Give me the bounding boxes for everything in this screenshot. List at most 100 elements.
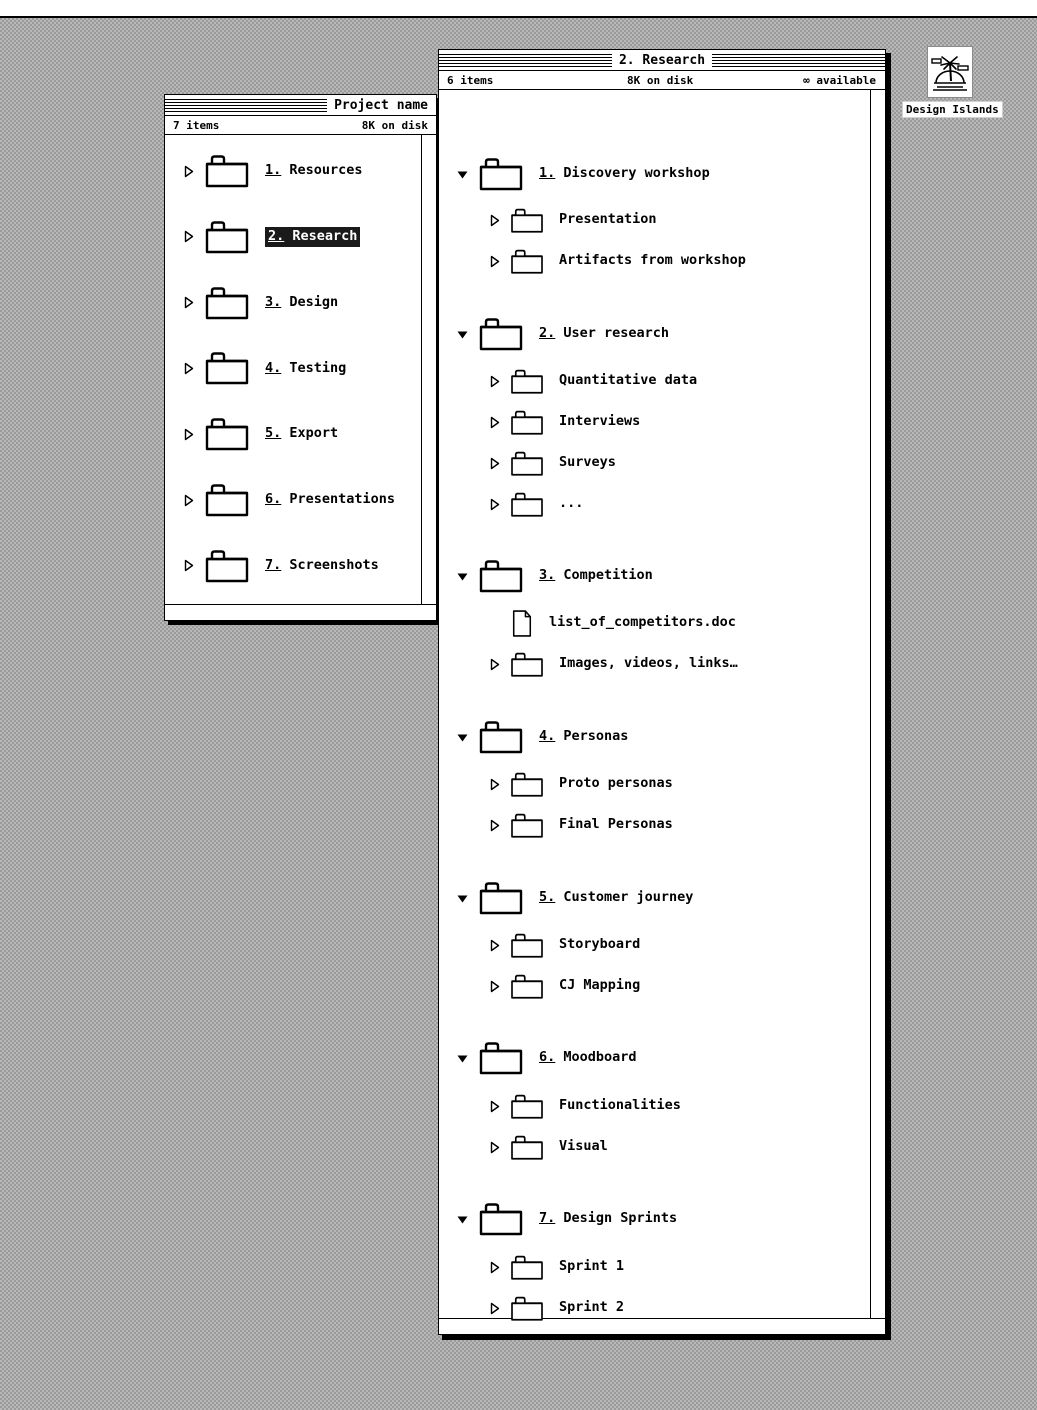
list-item[interactable]: Presentation [487,204,657,236]
list-item[interactable]: ... [487,488,583,520]
list-item[interactable]: 4. Personas [455,718,628,756]
folder-icon[interactable] [203,481,251,519]
list-item[interactable]: Quantitative data [487,365,697,397]
list-item-label[interactable]: 5. Customer journey [539,891,693,905]
folder-icon[interactable] [509,490,545,519]
disclosure-triangle-expanded[interactable] [455,721,469,753]
list-item-label[interactable]: CJ Mapping [559,979,640,993]
folder-icon[interactable] [509,1092,545,1121]
title-bar-project-name[interactable]: Project name [165,95,436,116]
disclosure-triangle-collapsed[interactable] [487,929,501,961]
folder-icon[interactable] [509,206,545,235]
folder-icon[interactable] [509,1253,545,1282]
disclosure-triangle-expanded[interactable] [455,158,469,190]
list-item-label[interactable]: Interviews [559,415,640,429]
list-item-label[interactable]: Functionalities [559,1099,681,1113]
list-item[interactable]: 7. Screenshots [181,550,379,582]
disclosure-triangle-collapsed[interactable] [487,406,501,438]
list-item[interactable]: Surveys [487,447,616,479]
list-item-label[interactable]: Final Personas [559,818,673,832]
disclosure-triangle-collapsed[interactable] [181,484,195,516]
horizontal-scrollbar[interactable] [165,604,436,619]
list-item-label[interactable]: 3. Competition [539,569,653,583]
folder-icon[interactable] [203,218,251,256]
disclosure-triangle-collapsed[interactable] [181,155,195,187]
list-item-label[interactable]: 4. Personas [539,730,628,744]
window-project-name[interactable]: Project name 7 items 8K on disk 1. Resou… [164,94,437,621]
list-item[interactable]: Interviews [487,406,640,438]
disclosure-triangle-collapsed[interactable] [181,221,195,253]
folder-icon[interactable] [477,718,525,756]
folder-icon[interactable] [509,247,545,276]
list-item[interactable]: 4. Testing [181,349,346,387]
list-item[interactable]: Final Personas [487,809,673,841]
disclosure-triangle-collapsed[interactable] [487,447,501,479]
disclosure-triangle-collapsed[interactable] [487,204,501,236]
disclosure-triangle-expanded[interactable] [455,1042,469,1074]
disclosure-triangle-collapsed[interactable] [487,648,501,680]
disclosure-triangle-expanded[interactable] [455,318,469,350]
folder-icon[interactable] [203,415,251,453]
folder-icon[interactable] [509,931,545,960]
file-list-research[interactable]: 1. Discovery workshop Presentation Artifac… [439,90,885,1333]
list-item-label[interactable]: Proto personas [559,777,673,791]
list-item[interactable]: 1. Resources [181,155,363,188]
list-item-label[interactable]: 7. Screenshots [265,558,379,573]
list-item-label[interactable]: Storyboard [559,938,640,952]
list-item-label[interactable]: list_of_competitors.doc [549,616,736,630]
list-item-label[interactable]: 6. Moodboard [539,1051,637,1065]
disclosure-triangle-collapsed[interactable] [487,970,501,1002]
folder-icon[interactable] [203,547,251,585]
disclosure-triangle-collapsed[interactable] [487,768,501,800]
list-item[interactable]: 5. Export [181,415,338,453]
list-item[interactable]: 3. Competition [455,560,653,593]
list-item[interactable]: 5. Customer journey [455,879,693,917]
folder-icon[interactable] [509,770,545,799]
folder-icon[interactable] [509,1133,545,1162]
disclosure-triangle-collapsed[interactable] [181,287,195,319]
list-item-label[interactable]: 6. Presentations [265,493,395,507]
list-item-label-selected[interactable]: 2. Research [265,226,361,248]
list-item[interactable]: 2. Research [181,218,361,256]
disclosure-triangle-collapsed[interactable] [181,352,195,384]
list-item[interactable]: Artifacts from workshop [487,245,746,277]
list-item-label[interactable]: Surveys [559,456,616,470]
list-item[interactable]: Visual [487,1131,608,1163]
disclosure-triangle-collapsed[interactable] [487,1090,501,1122]
folder-icon[interactable] [477,315,525,353]
disclosure-triangle-collapsed[interactable] [487,1251,501,1283]
list-item[interactable]: CJ Mapping [487,970,640,1002]
document-icon[interactable] [509,609,535,638]
list-item-label[interactable]: 1. Resources [265,164,363,178]
disclosure-triangle-collapsed[interactable] [181,418,195,450]
list-item[interactable]: 6. Presentations [181,481,395,519]
list-item-label[interactable]: Presentation [559,213,657,227]
list-item-label[interactable]: Quantitative data [559,374,697,388]
folder-icon[interactable] [477,155,525,193]
folder-icon[interactable] [509,1294,545,1323]
folder-icon[interactable] [477,879,525,917]
list-item[interactable]: list_of_competitors.doc [487,607,736,639]
list-item[interactable]: Storyboard [487,929,640,961]
list-item-label[interactable]: Sprint 2 [559,1301,624,1315]
list-item-label[interactable]: 7. Design Sprints [539,1212,677,1226]
desktop-icon-design-islands[interactable]: Design Islands [902,46,1003,118]
window-research[interactable]: 2. Research 6 items 8K on disk ∞ availab… [438,49,886,1335]
list-item-label[interactable]: 2. User research [539,327,669,341]
disclosure-triangle-collapsed[interactable] [487,365,501,397]
folder-icon[interactable] [509,811,545,840]
list-item-label[interactable]: 3. Design [265,295,338,310]
folder-icon[interactable] [477,1039,525,1077]
disclosure-triangle-collapsed[interactable] [487,1131,501,1163]
list-item-label[interactable]: 5. Export [265,427,338,441]
list-item-label[interactable]: 1. Discovery workshop [539,167,710,181]
disclosure-triangle-collapsed[interactable] [181,550,195,582]
vertical-scrollbar[interactable] [421,135,436,619]
list-item[interactable]: Images, videos, links… [487,648,738,680]
folder-icon[interactable] [509,367,545,396]
folder-icon[interactable] [203,284,251,322]
folder-icon[interactable] [509,650,545,679]
list-item-label[interactable]: Sprint 1 [559,1260,624,1274]
folder-icon[interactable] [203,349,251,387]
list-item[interactable]: 7. Design Sprints [455,1203,677,1236]
